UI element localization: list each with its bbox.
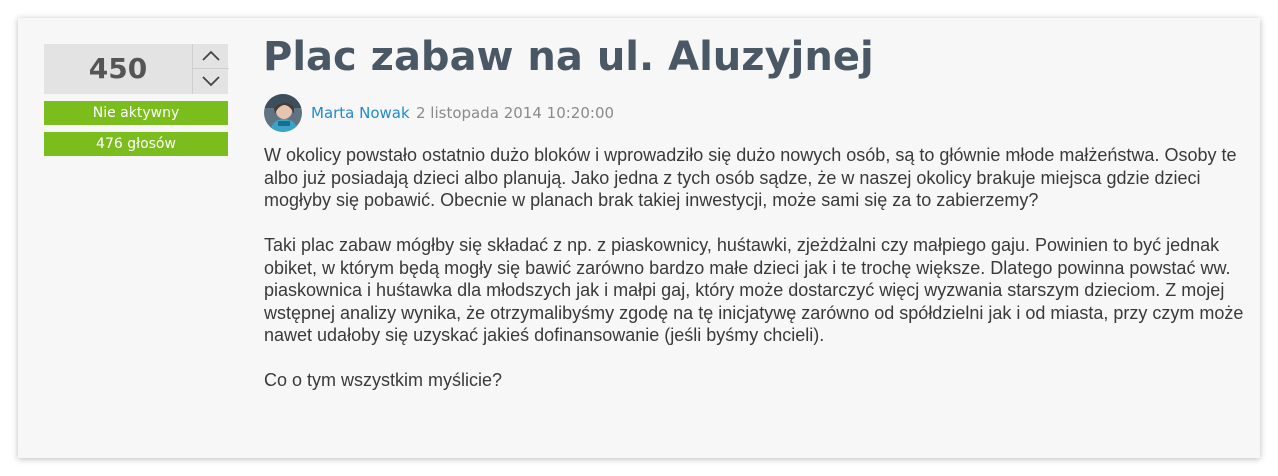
post-date: 2 listopada 2014 10:20:00: [416, 104, 615, 122]
chevron-up-icon: [202, 50, 220, 61]
description-paragraph: Co o tym wszystkim myślicie?: [264, 370, 503, 390]
upvote-button[interactable]: [193, 44, 229, 69]
chevron-down-icon: [202, 76, 220, 87]
description-paragraph: Taki plac zabaw mógłby się składać z np.…: [264, 235, 1244, 345]
vote-widget: 450: [44, 44, 229, 94]
votes-badge: 476 głosów: [44, 132, 228, 156]
avatar[interactable]: [264, 94, 302, 132]
idea-title: Plac zabaw na ul. Aluzyjnej: [263, 34, 874, 80]
author-link[interactable]: Marta Nowak: [311, 104, 410, 122]
idea-card: 450 Nie aktywny 476 głosów Plac zabaw na…: [18, 18, 1260, 458]
downvote-button[interactable]: [193, 69, 229, 94]
idea-description: W okolicy powstało ostatnio dużo bloków …: [264, 144, 1248, 414]
vote-arrows: [192, 44, 229, 94]
status-badge: Nie aktywny: [44, 101, 228, 125]
vote-count: 450: [88, 52, 148, 85]
description-paragraph: W okolicy powstało ostatnio dużo bloków …: [264, 145, 1237, 210]
